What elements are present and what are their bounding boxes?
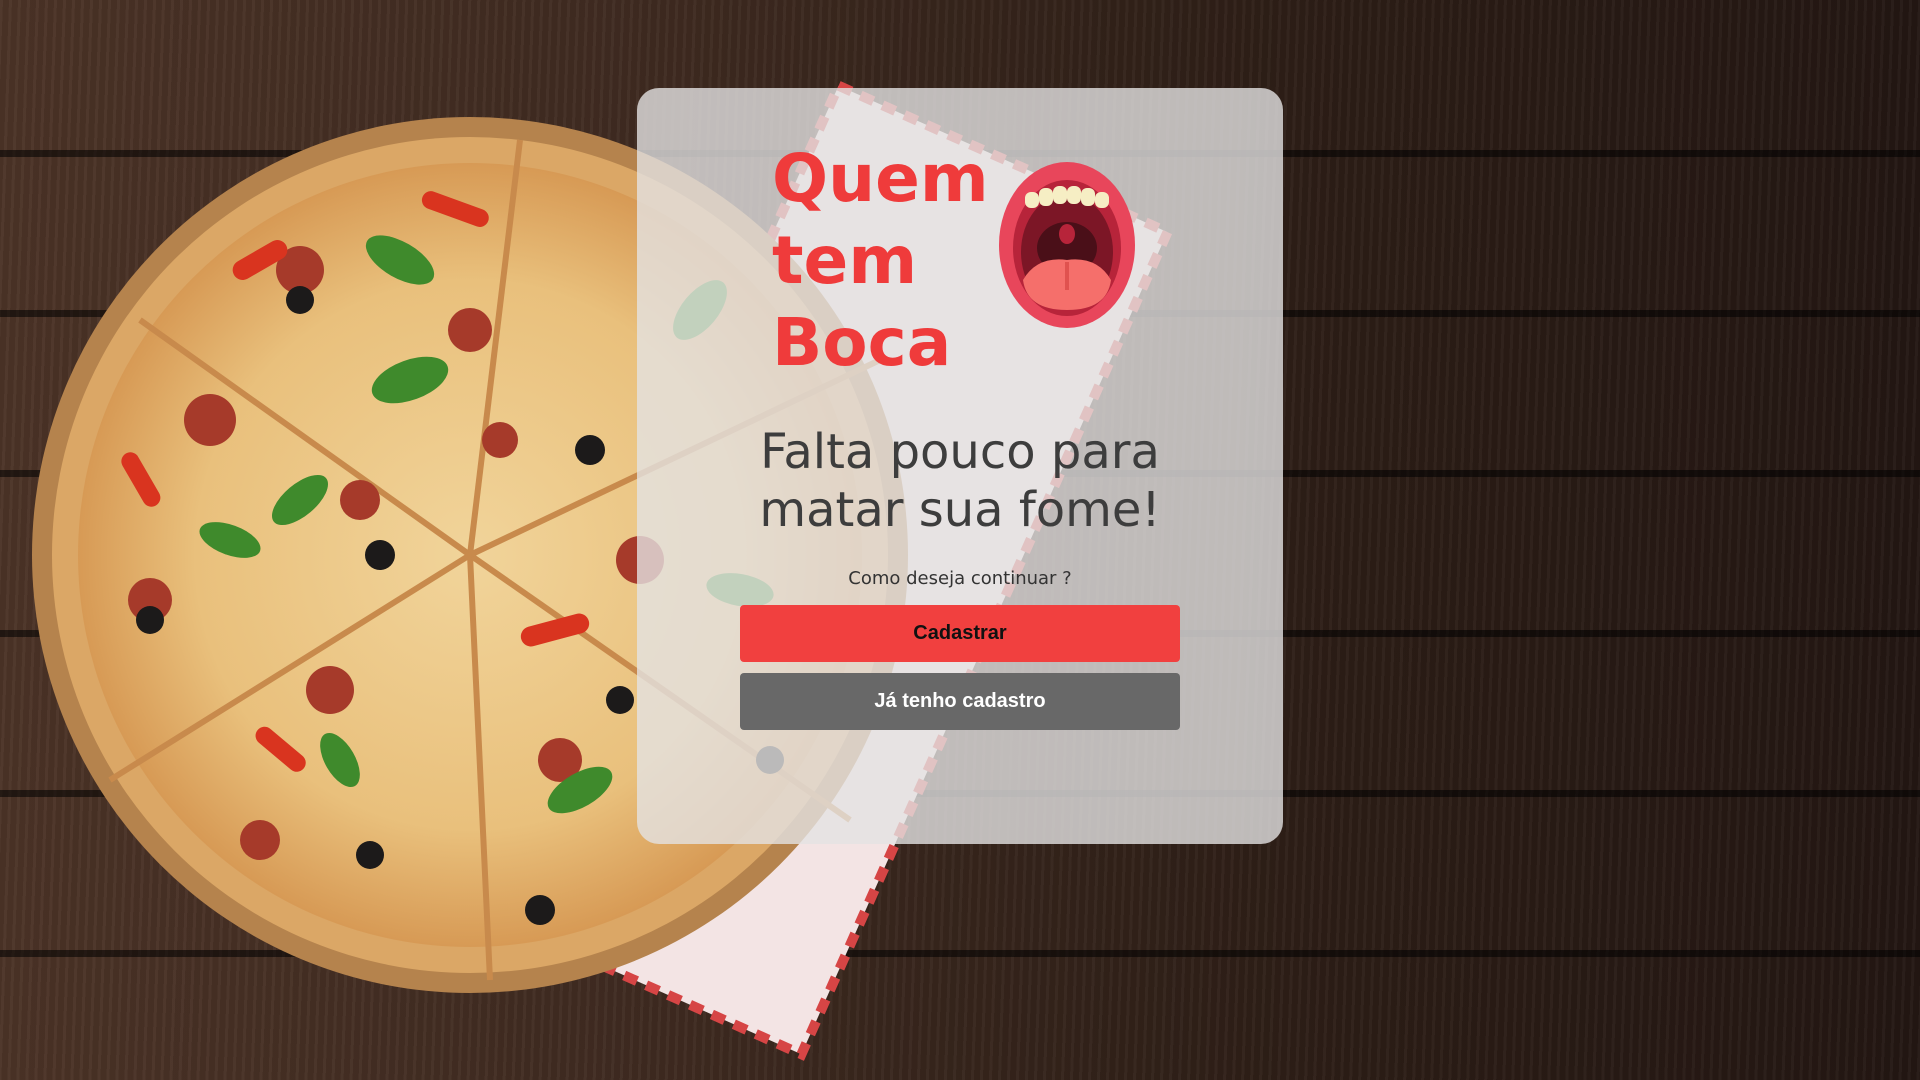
brand-name-line-1: Quem (772, 140, 989, 217)
register-button[interactable]: Cadastrar (740, 605, 1180, 662)
brand-name-line-3: Boca (772, 304, 952, 381)
login-button[interactable]: Já tenho cadastro (740, 673, 1180, 730)
brand-name-line-2: tem (772, 222, 918, 299)
headline: Falta pouco para matar sua fome! (637, 423, 1283, 539)
welcome-card: Quem tem Boca Falta pouco para matar sua… (637, 88, 1283, 844)
open-mouth-icon (997, 160, 1137, 330)
continue-prompt: Como deseja continuar ? (848, 568, 1072, 589)
brand-logo: Quem tem Boca (772, 138, 1192, 381)
brand-name: Quem tem Boca (772, 138, 992, 384)
headline-line-2: matar sua fome! (759, 482, 1161, 538)
headline-line-1: Falta pouco para (760, 424, 1160, 480)
